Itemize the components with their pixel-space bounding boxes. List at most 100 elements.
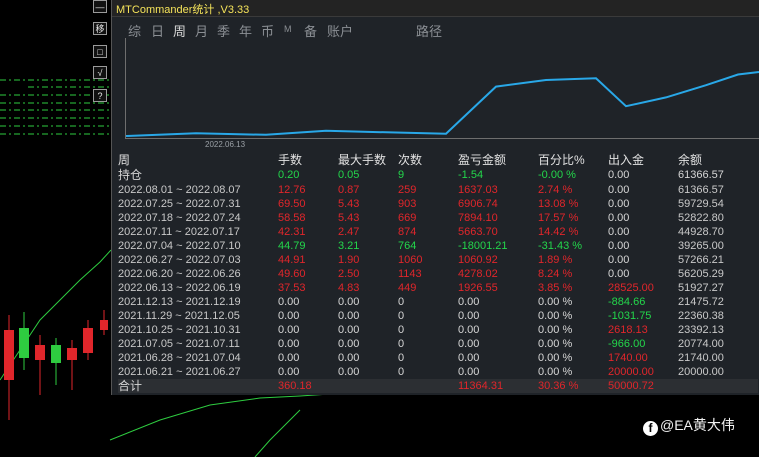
cell-period: 2021.07.05 ~ 2021.07.11 [118,338,240,350]
candle [83,328,93,353]
cell-max-lots: 0.00 [338,366,360,378]
cell-flow: 0.00 [608,268,630,280]
cell-pct: 2.74 % [538,184,573,196]
cell-count: 449 [398,282,417,294]
check-button[interactable]: √ [93,66,107,79]
table-row[interactable]: 2022.06.13 ~ 2022.06.19 37.53 4.83 449 1926.… [118,281,758,295]
window-button[interactable]: □ [93,45,107,58]
watermark-text: @EA黄大伟 [660,417,735,433]
cell-pct: 0.00 % [538,352,573,364]
cell-pnl: 0.00 [458,296,480,308]
table-row[interactable]: 2022.07.18 ~ 2022.07.24 58.58 5.43 669 7894.… [118,211,758,225]
table-row[interactable]: 2022.07.04 ~ 2022.07.10 44.79 3.21 764 -1800… [118,239,758,253]
cell-pct: 0.00 % [538,310,573,322]
cell-count: 1143 [398,268,422,280]
cell-lots: 0.00 [278,352,300,364]
tab-magic[interactable]: M [284,24,292,34]
cell-max-lots: 0.87 [338,184,360,196]
cell-flow: 0.00 [608,198,630,210]
minimize-icon: — [95,2,105,12]
cell-pnl: -18001.21 [458,240,508,252]
cell-flow: 0.00 [608,240,630,252]
cell-period: 2021.11.29 ~ 2021.12.05 [118,310,240,322]
cell-pct: 1.89 % [538,254,573,266]
help-icon: ? [97,91,103,101]
holding-row[interactable]: 持仓 0.20 0.05 9 -1.54 -0.00 % 0.00 61366.… [118,168,758,182]
table-row[interactable]: 2021.10.25 ~ 2021.10.31 0.00 0.00 0 0.00 0.00… [118,323,758,337]
cell-balance: 44928.70 [678,226,724,238]
app-title: MTCommander统计 ,V3.33 [116,4,250,16]
cell-pnl: 4278.02 [458,268,498,280]
total-label: 合计 [118,379,143,393]
cell-pct: 8.24 % [538,268,573,280]
table-row[interactable]: 2021.06.21 ~ 2021.06.27 0.00 0.00 0 0.00 0.00… [118,365,758,379]
holding-flow: 0.00 [608,169,630,181]
cell-lots: 37.53 [278,282,306,294]
cell-count: 669 [398,212,417,224]
cell-flow: 0.00 [608,226,630,238]
cell-period: 2021.12.13 ~ 2021.12.19 [118,296,241,308]
table-row[interactable]: 2021.12.13 ~ 2021.12.19 0.00 0.00 0 0.00 0.00… [118,295,758,309]
cell-pnl: 0.00 [458,338,480,350]
table-row[interactable]: 2022.06.20 ~ 2022.06.26 49.60 2.50 1143 4278… [118,267,758,281]
candle [35,345,45,360]
cell-pnl: 0.00 [458,352,480,364]
cell-lots: 0.00 [278,310,300,322]
cell-flow: 0.00 [608,212,630,224]
cell-balance: 23392.13 [678,324,724,336]
cell-max-lots: 2.47 [338,226,360,238]
cell-max-lots: 5.43 [338,198,360,210]
candle [100,320,108,330]
table-row[interactable]: 2022.08.01 ~ 2022.08.07 12.76 0.87 259 1637.… [118,183,758,197]
cell-balance: 52822.80 [678,212,724,224]
table-row[interactable]: 2021.06.28 ~ 2021.07.04 0.00 0.00 0 0.00 0.00… [118,351,758,365]
cell-max-lots: 0.00 [338,324,360,336]
cell-pct: 0.00 % [538,296,573,308]
cell-count: 0 [398,310,405,322]
total-flow: 50000.72 [608,380,654,392]
cell-balance: 20000.00 [678,366,724,378]
stats-panel: MTCommander统计 ,V3.33 综 日 周 月 季 年 币 M 备 账… [111,0,759,395]
cell-lots: 0.00 [278,324,300,336]
minimize-button[interactable]: — [93,0,107,13]
tab-bar: 综 日 周 月 季 年 币 M 备 账户 路径 [112,18,759,39]
title-bar[interactable]: MTCommander统计 ,V3.33 [112,0,759,17]
cell-pnl: 0.00 [458,366,480,378]
cell-period: 2021.06.28 ~ 2021.07.04 [118,352,241,364]
cell-pnl: 0.00 [458,324,480,336]
check-icon: √ [97,68,103,78]
table-row[interactable]: 2022.07.11 ~ 2022.07.17 42.31 2.47 874 5663.… [118,225,758,239]
cell-count: 0 [398,324,405,336]
cell-max-lots: 0.00 [338,352,360,364]
cell-lots: 44.91 [278,254,306,266]
cell-max-lots: 0.00 [338,310,360,322]
cell-period: 2022.06.13 ~ 2022.06.19 [118,282,241,294]
candle [51,345,61,363]
cell-max-lots: 0.00 [338,338,360,350]
cell-period: 2021.10.25 ~ 2021.10.31 [118,324,241,336]
cell-pct: 14.42 % [538,226,579,238]
cell-count: 0 [398,366,405,378]
cell-flow: 0.00 [608,254,630,266]
move-icon: 移 [95,24,105,34]
table-row[interactable]: 2021.07.05 ~ 2021.07.11 0.00 0.00 0 0.00 0.00… [118,337,758,351]
header-flow: 出入金 [608,153,645,167]
table-row[interactable]: 2021.11.29 ~ 2021.12.05 0.00 0.00 0 0.00 0.00… [118,309,758,323]
cell-pnl: 0.00 [458,310,480,322]
cell-balance: 59729.54 [678,198,724,210]
window-icon: □ [97,47,103,57]
cell-max-lots: 0.00 [338,296,360,308]
cell-flow: 0.00 [608,184,630,196]
total-lots: 360.18 [278,380,312,392]
move-button[interactable]: 移 [93,22,107,35]
candle [19,328,29,358]
table-row[interactable]: 2022.07.25 ~ 2022.07.31 69.50 5.43 903 6906.… [118,197,758,211]
cell-max-lots: 5.43 [338,212,360,224]
cell-max-lots: 4.83 [338,282,360,294]
cell-pnl: 7894.10 [458,212,498,224]
header-pct: 百分比% [538,153,585,167]
cell-pnl: 1926.55 [458,282,498,294]
cell-flow: 2618.13 [608,324,648,336]
table-row[interactable]: 2022.06.27 ~ 2022.07.03 44.91 1.90 1060 1060… [118,253,758,267]
help-button[interactable]: ? [93,89,107,102]
